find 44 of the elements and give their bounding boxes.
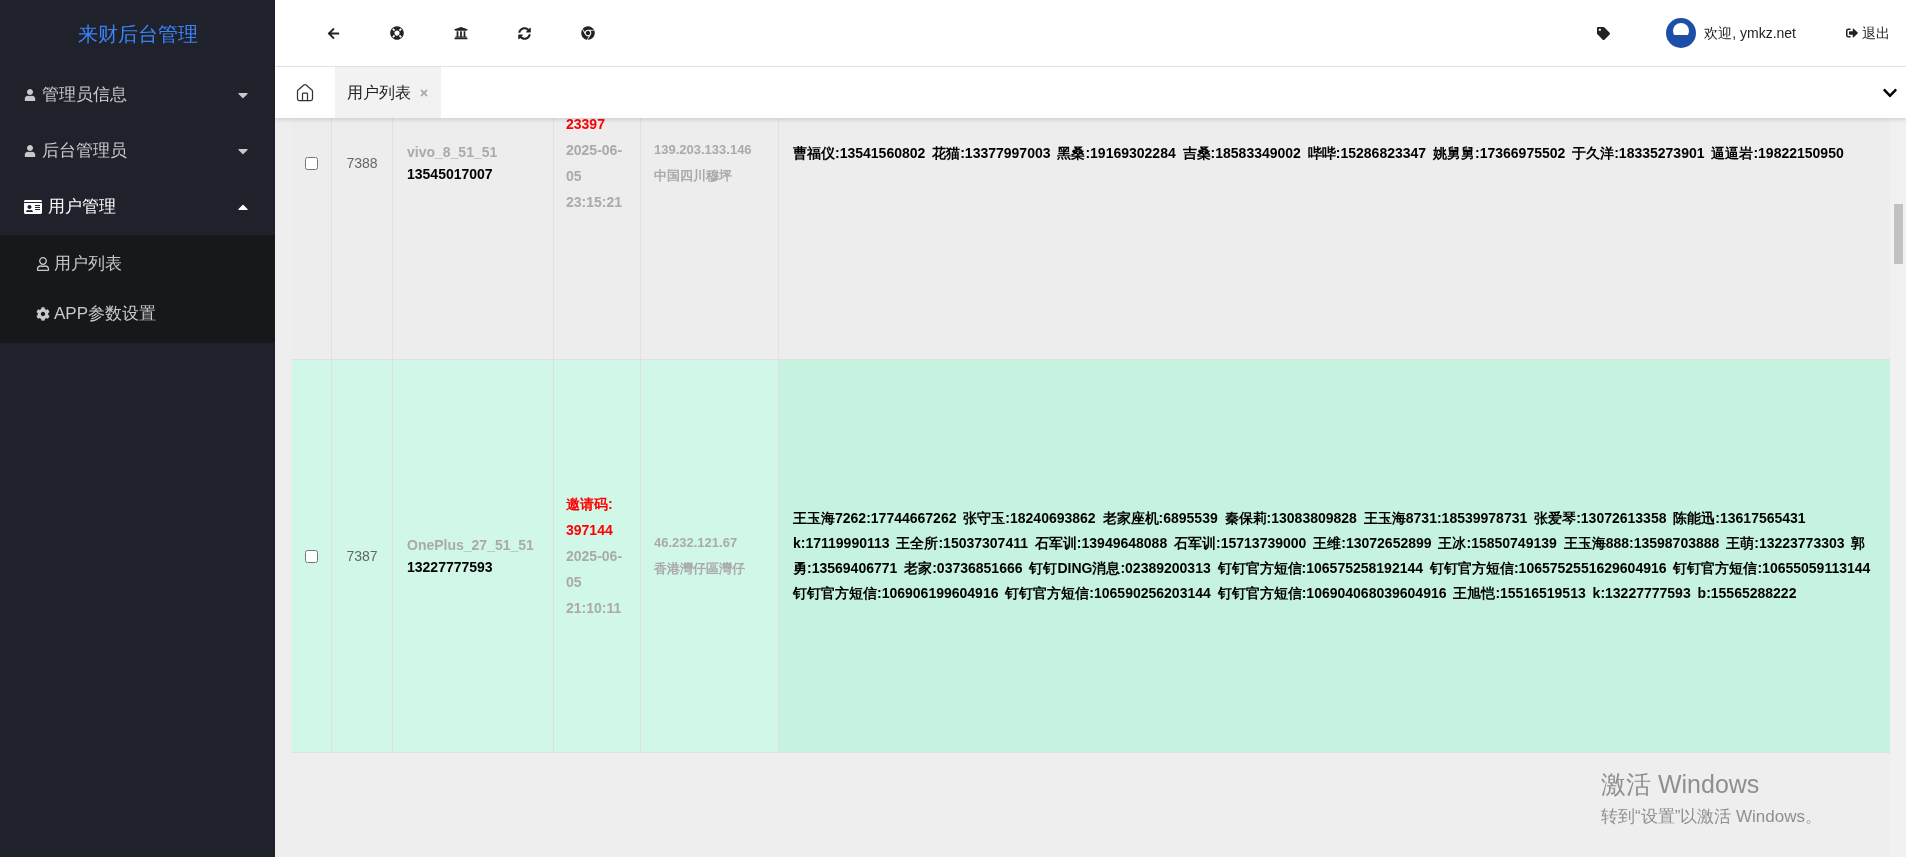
avatar-icon <box>1666 18 1697 48</box>
tab[interactable]: 用户列表 <box>335 67 441 118</box>
sidebar-subitem[interactable]: 用户列表 <box>0 239 275 289</box>
sidebar-item[interactable]: 用户管理 <box>0 179 275 235</box>
sidebar-item[interactable]: 后台管理员 <box>0 123 275 179</box>
tag-icon[interactable] <box>1597 26 1611 40</box>
activation-title: 激活 Windows <box>1601 769 1761 800</box>
lifebuoy-icon[interactable] <box>390 26 404 40</box>
location-text: 中国四川穆坪 <box>654 167 733 185</box>
welcome-text: 欢迎, ymkz.net <box>1704 23 1796 43</box>
row-checkbox[interactable] <box>305 156 318 170</box>
time-text: 2025-06-05 23:15:21 <box>566 141 624 212</box>
contacts-cell[interactable]: 王玉海7262:17744667262 张守玉:18240693862 老家座机:6895539 秦保莉:13083809828 王玉海8731:18539978731 张爱琴:13072613358 陈能迅:13617565431 k:17119990113 王全所:15037307411 石军训:13949648088 石军训:15713739000 王维:13072652899 王冰:15850749139 王玉海888:13598703888 王萌:13223773303 郭勇:13569406771 老家:03736851666 钉钉DING消息:02389200313 钉钉官方短信:106575258192144 钉钉官方短信:1065752551629604916 钉钉官方短信:10655059113144 钉钉官方短信:106906199604916 钉钉官方短信:106590256203144 钉钉官方短信:106904068039604916 王旭恺:15516519513 k:13227777593 b:15565288222 <box>779 360 1890 752</box>
invite-label: 邀请码: <box>566 495 614 514</box>
back-arrow-icon[interactable] <box>327 26 340 40</box>
id-card-icon <box>24 198 42 216</box>
location-text: 香港灣仔區灣仔 <box>654 560 746 578</box>
ip-text: 46.232.121.67 <box>654 534 739 552</box>
invite-code: 23397 <box>566 118 606 134</box>
activation-subtitle: 转到“设置”以激活 Windows。 <box>1601 805 1822 828</box>
logout-link[interactable]: 退出 <box>1846 22 1890 44</box>
time-text: 2025-06-05 21:10:11 <box>566 547 624 618</box>
app-title: 来财后台管理 <box>77 21 198 47</box>
user-icon <box>24 89 36 101</box>
device-text: OnePlus_27_51_51 <box>407 536 535 555</box>
user-icon <box>24 145 36 157</box>
id-cell-text: 7387 <box>346 546 378 566</box>
refresh-icon[interactable] <box>518 26 531 40</box>
sidebar-item[interactable]: 管理员信息 <box>0 67 275 123</box>
ip-text: 139.203.133.146 <box>654 141 753 159</box>
device-text: vivo_8_51_51 <box>407 143 499 162</box>
id-cell-text: 7388 <box>346 153 378 173</box>
row-checkbox[interactable] <box>305 549 318 563</box>
bank-icon[interactable] <box>454 26 468 40</box>
browser-icon[interactable] <box>581 26 595 40</box>
invite-code: 397144 <box>566 521 614 540</box>
home-icon[interactable] <box>295 82 315 103</box>
settings-icon <box>36 307 50 321</box>
scrollbar-thumb[interactable] <box>1893 204 1903 264</box>
phone-text: 13545017007 <box>407 165 494 184</box>
sidebar-subitem[interactable]: APP参数设置 <box>0 289 275 339</box>
phone-text: 13227777593 <box>407 558 494 577</box>
user-icon <box>36 257 50 271</box>
logout-icon <box>1846 27 1858 39</box>
